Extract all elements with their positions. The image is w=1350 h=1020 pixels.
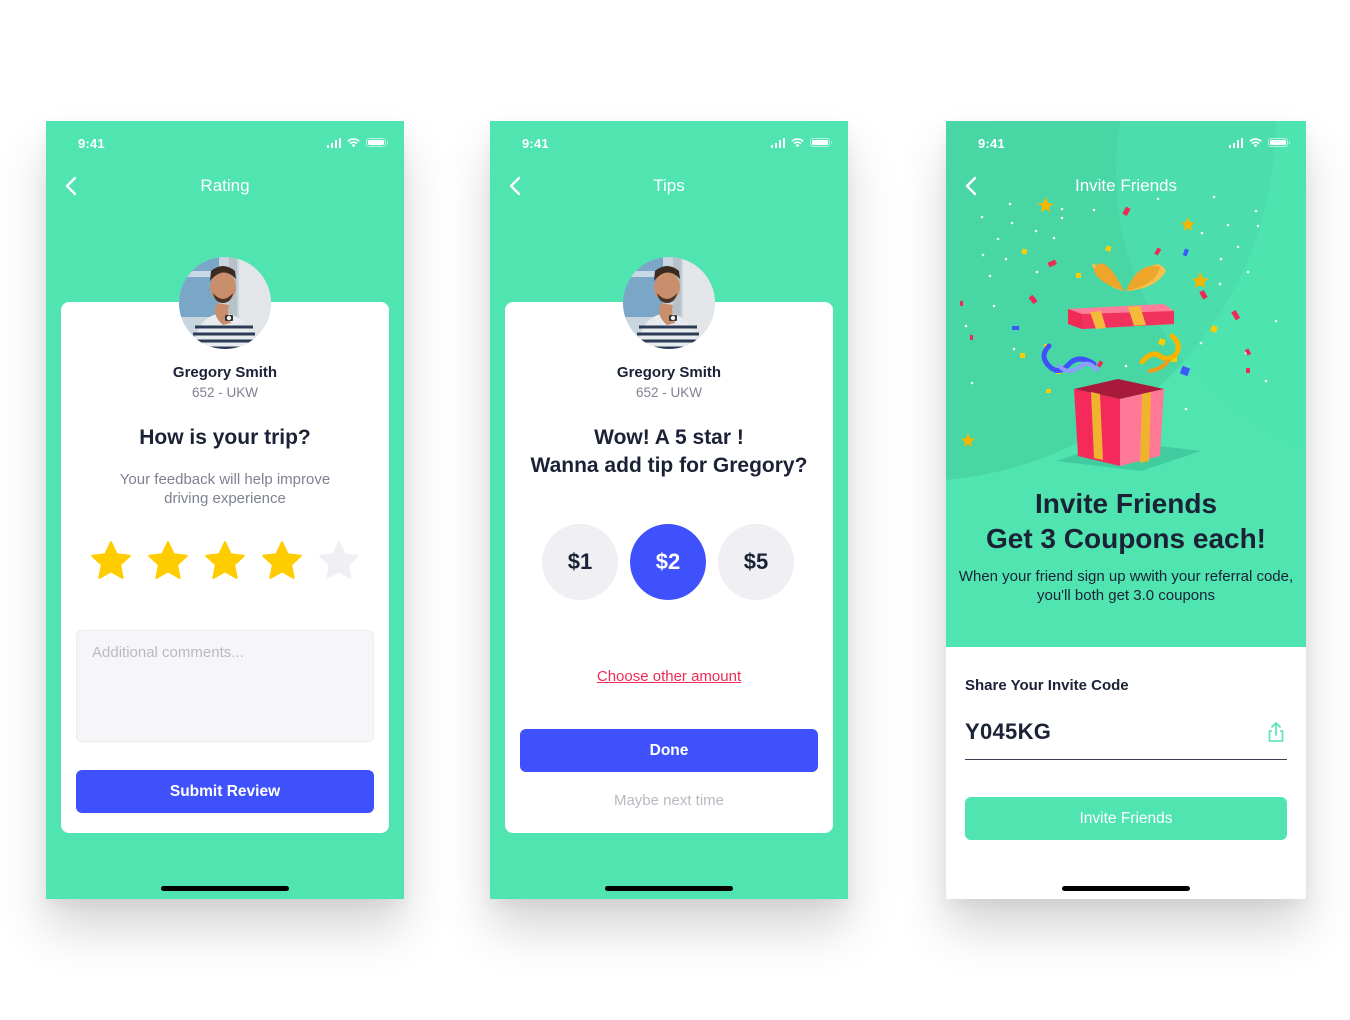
gift-box xyxy=(1074,379,1164,466)
tips-heading-line1: Wow! A 5 star ! xyxy=(594,426,744,449)
star-filled-icon[interactable] xyxy=(89,539,133,583)
invite-heading-line2: Get 3 Coupons each! xyxy=(985,523,1267,554)
star-rating xyxy=(89,539,361,583)
confetti-dots xyxy=(964,195,1278,411)
driver-plate: 652 - UKW xyxy=(191,385,259,400)
invite-hero: 9:41 Invite Friends Invite Friends Get 3… xyxy=(946,121,1306,647)
status-time: 9:41 xyxy=(978,136,1005,151)
tips-heading-line2: Wanna add tip for Gregory? xyxy=(530,454,808,477)
rating-screen: 9:41 Rating Gregory Smith 652 - UKW How … xyxy=(46,121,404,899)
tips-screen: 9:41 Tips Gregory Smith 652 - UKW Wow! A… xyxy=(490,121,848,899)
screen-title: Rating xyxy=(200,176,250,195)
choose-other-amount-link[interactable]: Choose other amount xyxy=(505,668,833,685)
cellular-signal-icon xyxy=(770,137,785,148)
status-time: 9:41 xyxy=(78,136,105,151)
tip-option-5[interactable]: $5 xyxy=(718,524,794,600)
status-bar: 9:41 xyxy=(46,121,404,165)
invite-screen: 9:41 Invite Friends Invite Friends Get 3… xyxy=(946,121,1306,899)
star-filled-icon[interactable] xyxy=(260,539,304,583)
star-filled-icon[interactable] xyxy=(203,539,247,583)
rating-card: Gregory Smith 652 - UKW How is your trip… xyxy=(61,302,389,833)
home-indicator xyxy=(1062,886,1190,891)
tips-card: Gregory Smith 652 - UKW Wow! A 5 star ! … xyxy=(505,302,833,833)
cellular-signal-icon xyxy=(1228,137,1243,148)
driver-avatar xyxy=(179,257,271,349)
tip-options: $1 $2 $5 xyxy=(542,524,794,600)
invite-description: When your friend sign up wwith your refe… xyxy=(958,568,1294,604)
home-indicator xyxy=(161,886,289,891)
tip-option-2[interactable]: $2 xyxy=(630,524,706,600)
battery-icon xyxy=(810,138,832,147)
gift-bow xyxy=(1092,263,1166,291)
nav-bar: Tips xyxy=(490,171,848,201)
driver-name: Gregory Smith xyxy=(616,364,722,381)
share-icon[interactable] xyxy=(1265,721,1287,743)
wifi-icon xyxy=(346,137,361,148)
driver-avatar xyxy=(623,257,715,349)
invite-heading: Invite Friends Get 3 Coupons each! xyxy=(946,486,1306,556)
nav-bar: Rating xyxy=(46,171,404,201)
star-filled-icon[interactable] xyxy=(146,539,190,583)
cellular-signal-icon xyxy=(326,137,341,148)
driver-plate: 652 - UKW xyxy=(635,385,703,400)
tip-option-1[interactable]: $1 xyxy=(542,524,618,600)
rating-subtitle: Your feedback will help improve driving … xyxy=(119,471,331,507)
ribbon-blue xyxy=(1041,343,1097,373)
invite-code-field: Y045KG xyxy=(965,715,1287,760)
done-button[interactable]: Done xyxy=(520,729,818,772)
rating-question: How is your trip? xyxy=(139,426,311,449)
maybe-next-time-link[interactable]: Maybe next time xyxy=(505,792,833,809)
wifi-icon xyxy=(1248,137,1263,148)
gift-lid xyxy=(1068,304,1174,329)
invite-code-section: Share Your Invite Code Y045KG Invite Fri… xyxy=(946,647,1306,899)
home-indicator xyxy=(605,886,733,891)
invite-heading-line1: Invite Friends xyxy=(1034,488,1218,519)
invite-code-value[interactable]: Y045KG xyxy=(965,719,1051,745)
invite-friends-button[interactable]: Invite Friends xyxy=(965,797,1287,840)
screen-title: Invite Friends xyxy=(1074,176,1178,195)
share-code-label: Share Your Invite Code xyxy=(965,677,1129,694)
comments-input[interactable] xyxy=(76,630,374,742)
battery-icon xyxy=(366,138,388,147)
screen-title: Tips xyxy=(653,176,685,195)
submit-review-button[interactable]: Submit Review xyxy=(76,770,374,813)
battery-icon xyxy=(1268,138,1290,147)
driver-name: Gregory Smith xyxy=(172,364,278,381)
status-time: 9:41 xyxy=(522,136,549,151)
star-empty-icon[interactable] xyxy=(317,539,361,583)
status-bar: 9:41 xyxy=(946,121,1306,165)
nav-bar: Invite Friends xyxy=(946,171,1306,201)
status-bar: 9:41 xyxy=(490,121,848,165)
wifi-icon xyxy=(790,137,805,148)
